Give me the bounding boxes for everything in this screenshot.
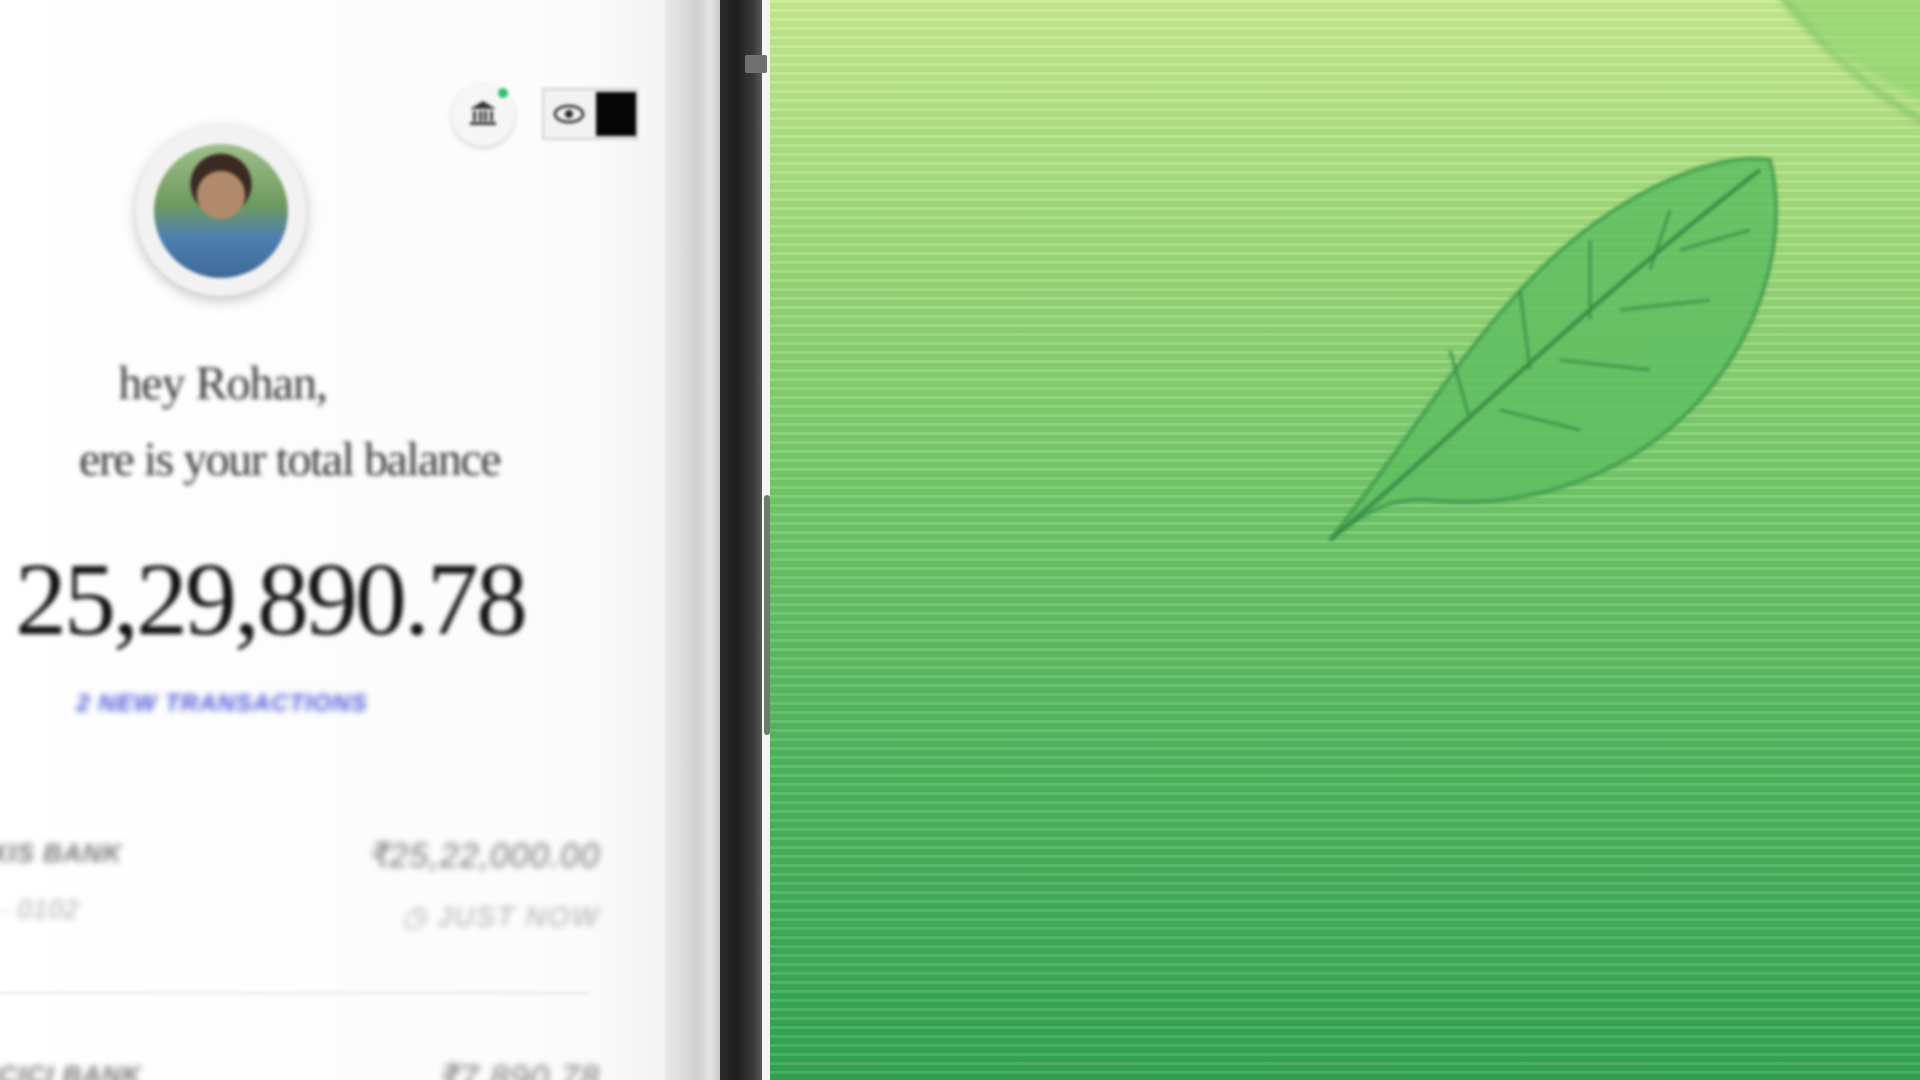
phone-screen: hey Rohan, ere is your total balance 25,… (0, 0, 690, 1080)
transaction-bank: ICICI BANK (0, 1060, 142, 1080)
notification-dot (498, 88, 508, 98)
avatar[interactable] (136, 126, 306, 296)
balance-visibility-toggle[interactable] (542, 88, 638, 140)
toggle-knob (596, 92, 636, 136)
bank-button[interactable] (452, 84, 514, 146)
green-background-panel (770, 0, 1920, 1080)
phone-frame-edge (665, 0, 725, 1080)
transaction-row[interactable]: ICICI BANK ₹7,890.78 (0, 1059, 600, 1080)
leaf-illustration-corner (1780, 0, 1920, 123)
phone-frame-notch (745, 55, 767, 73)
total-balance: 25,29,890.78 (15, 542, 528, 657)
new-transactions-link[interactable]: 2 NEW TRANSACTIONS (22, 690, 422, 718)
eye-icon (544, 90, 594, 138)
transaction-bank: XIS BANK (0, 838, 123, 868)
avatar-photo (154, 144, 288, 278)
transaction-amount: ₹25,22,000.00 (366, 837, 600, 875)
transaction-row[interactable]: XIS BANK ·· 0102 ₹25,22,000.00 ◷ JUST NO… (0, 837, 600, 978)
greeting-text: hey Rohan, (118, 357, 328, 410)
phone-bezel (720, 0, 762, 1080)
transaction-time: ◷ JUST NOW (401, 901, 600, 932)
transaction-account: ·· 0102 (0, 894, 80, 924)
app-stage: hey Rohan, ere is your total balance 25,… (0, 0, 1920, 1080)
transaction-divider (0, 992, 590, 994)
transaction-amount: ₹7,890.78 (437, 1059, 600, 1080)
balance-caption: ere is your total balance (79, 433, 501, 486)
bank-icon (468, 98, 498, 133)
